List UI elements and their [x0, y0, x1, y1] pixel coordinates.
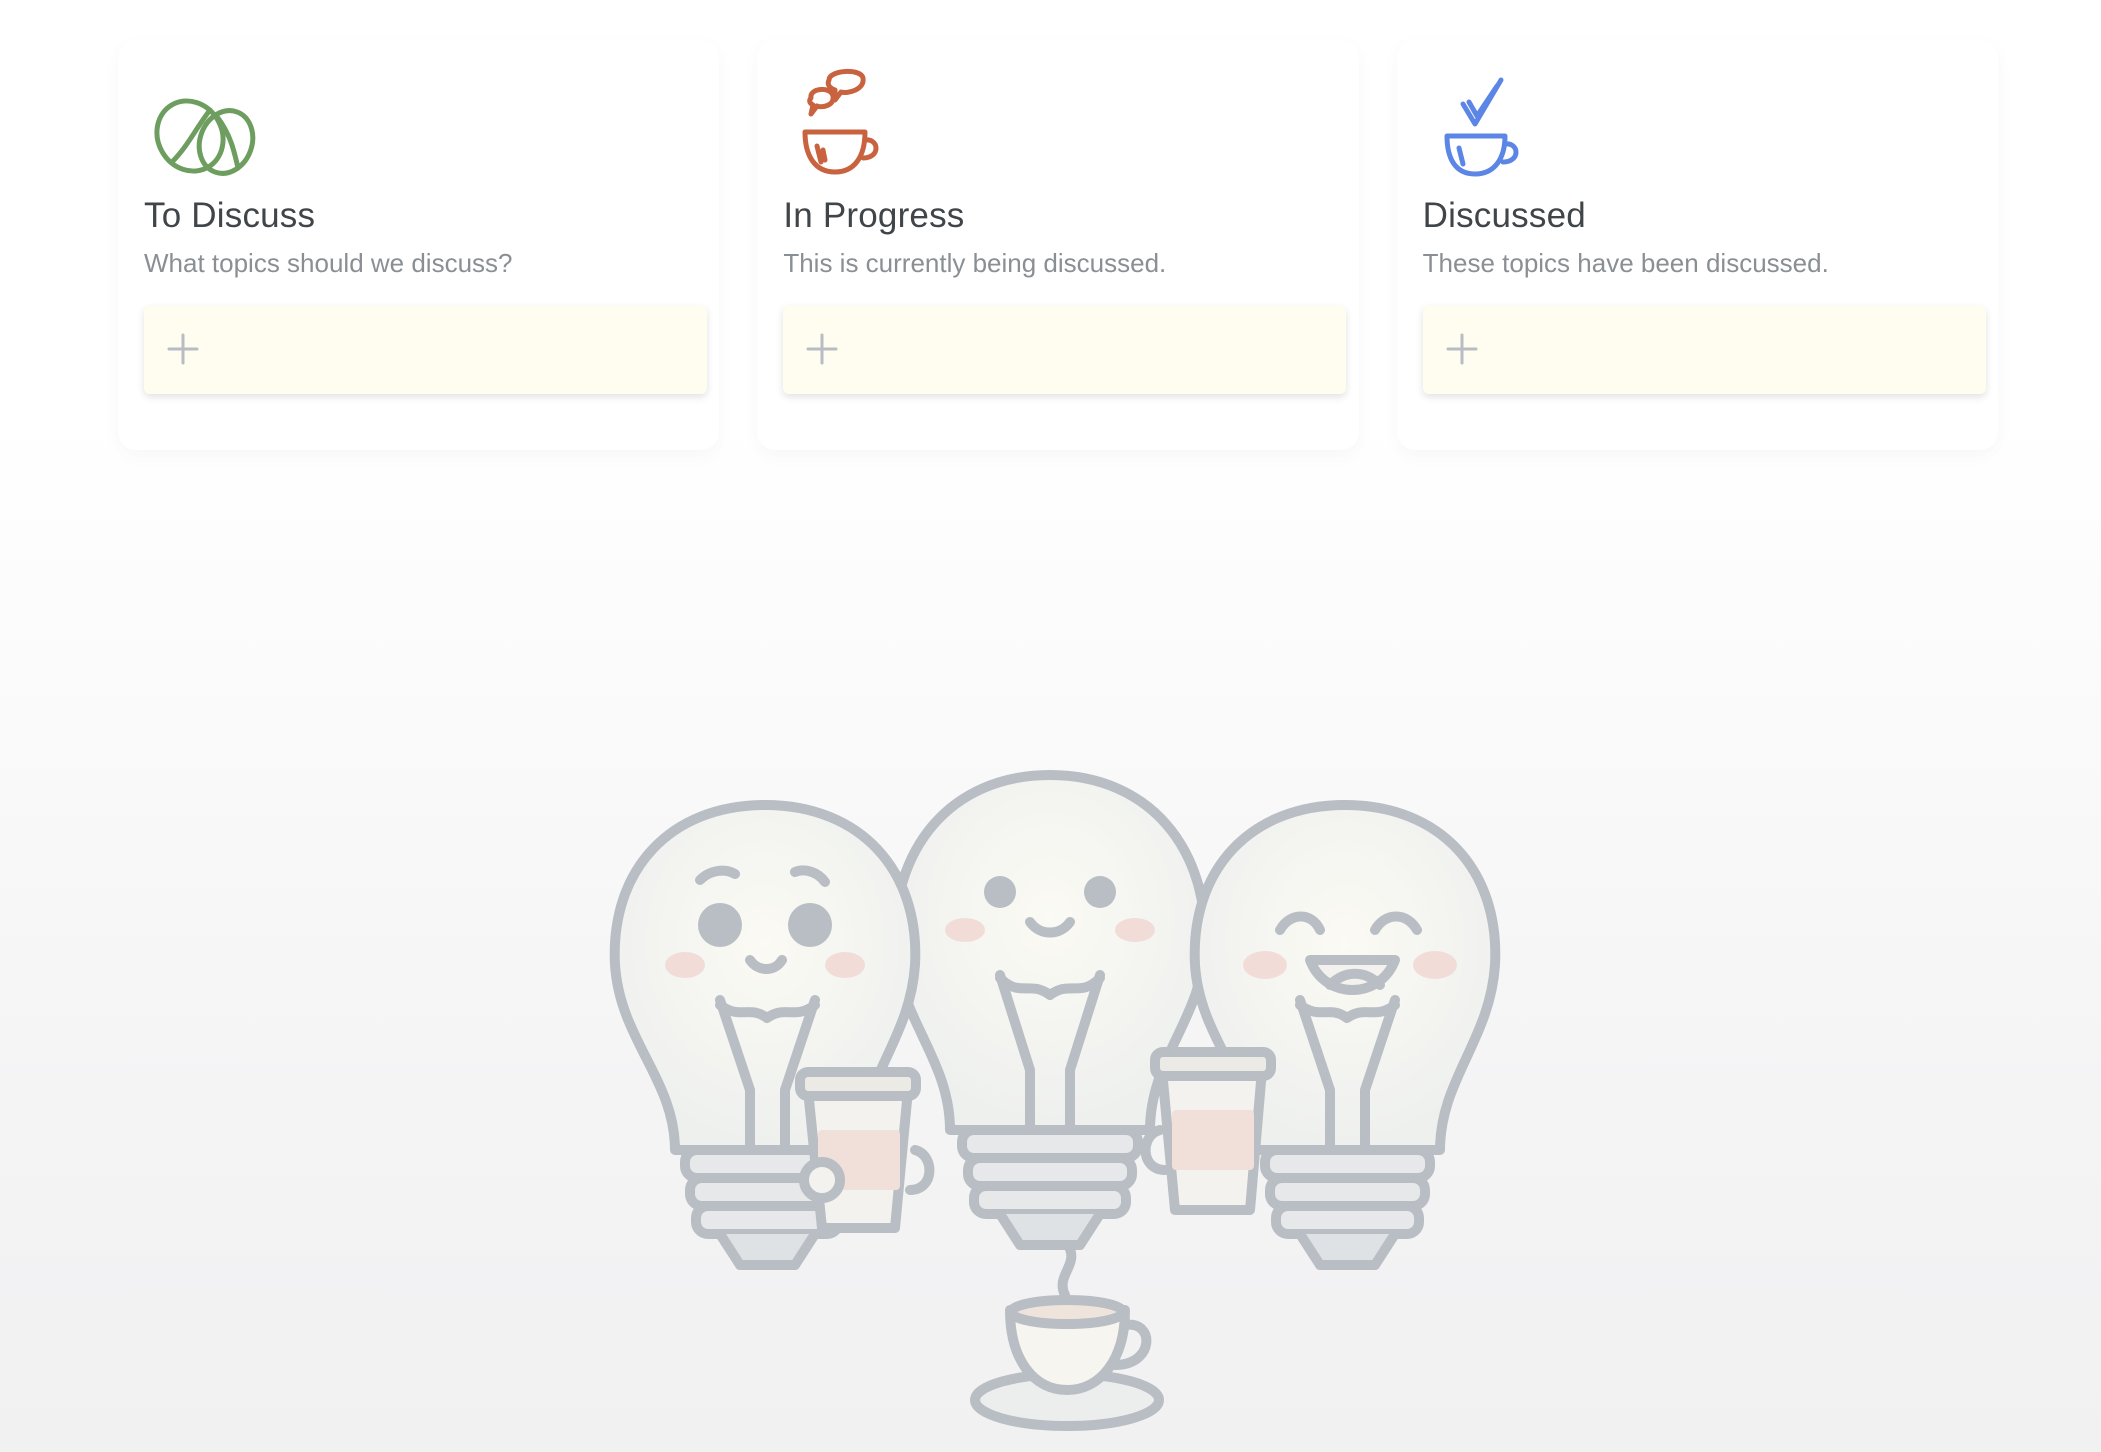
- lightbulb-left: [609, 800, 935, 1270]
- coffee-check-icon: [1444, 77, 1519, 177]
- column-title: In Progress: [783, 196, 965, 235]
- coffee-beans-icon: [154, 98, 256, 176]
- lightbulb-middle: [889, 770, 1211, 1250]
- column-subtitle: This is currently being discussed.: [783, 248, 1167, 278]
- add-card-button[interactable]: [783, 306, 1347, 394]
- coffee-chat-icon: [802, 69, 879, 175]
- column-title: To Discuss: [144, 196, 316, 235]
- column-subtitle: These topics have been discussed.: [1422, 248, 1829, 278]
- plus-icon: [806, 333, 838, 365]
- add-card-button[interactable]: [1422, 306, 1986, 394]
- column-title: Discussed: [1422, 196, 1586, 235]
- plus-icon: [167, 333, 199, 365]
- column-subtitle: What topics should we discuss?: [144, 248, 513, 278]
- plus-icon: [1446, 333, 1478, 365]
- board: To Discuss What topics should we discuss…: [118, 40, 1998, 450]
- add-card-button[interactable]: [144, 306, 707, 394]
- lightbulbs-coffee-illustration: [609, 770, 1501, 1431]
- column-to-discuss: To Discuss What topics should we discuss…: [118, 40, 720, 450]
- coffee-cup-illustration: [970, 1240, 1164, 1431]
- column-discussed: Discussed These topics have been discuss…: [1396, 40, 1998, 450]
- column-in-progress: In Progress This is currently being disc…: [757, 40, 1359, 450]
